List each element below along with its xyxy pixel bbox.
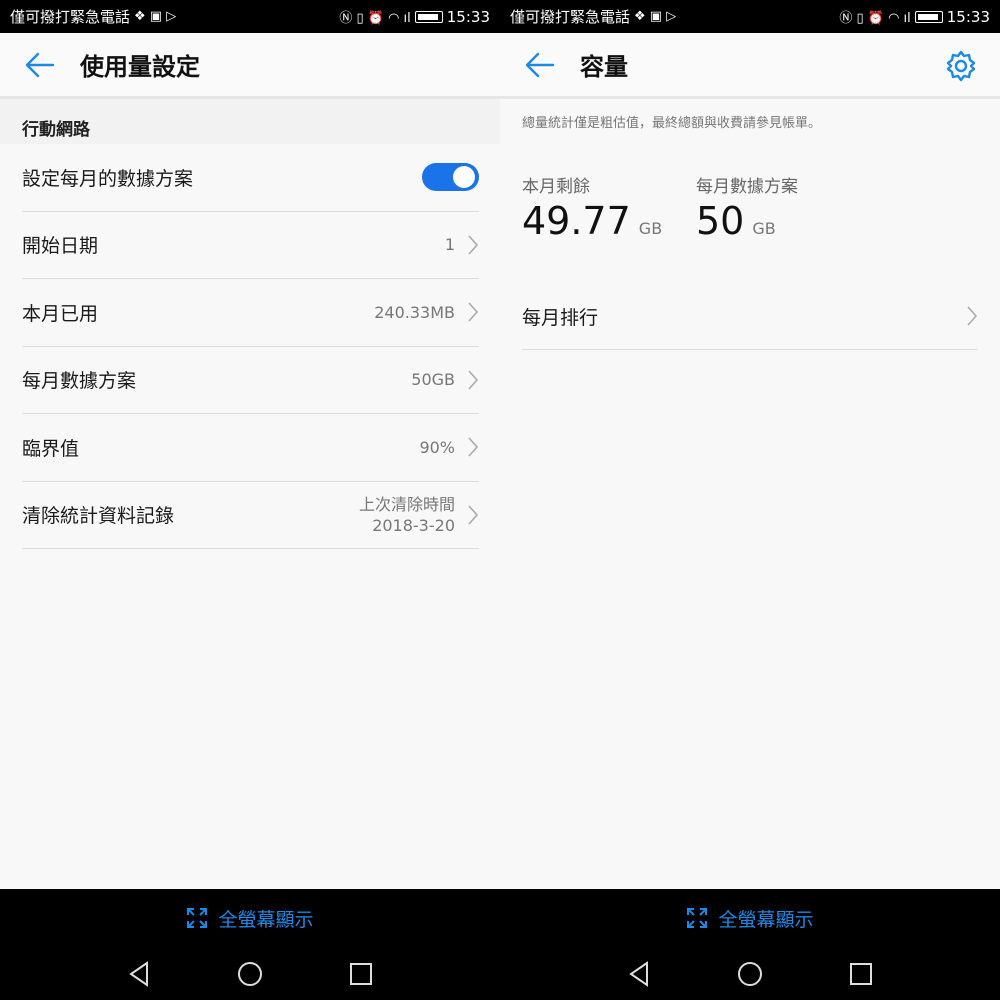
fullscreen-button[interactable]: 全螢幕顯示 (500, 903, 1000, 933)
chevron-right-icon (468, 505, 479, 525)
fullscreen-icon (687, 908, 708, 928)
row-value: 90% (419, 437, 455, 457)
plan-stat: 每月數據方案 50 GB (696, 172, 798, 243)
remaining-value-line: 49.77 GB (522, 199, 662, 243)
plan-unit: GB (752, 219, 776, 238)
battery-icon (414, 10, 443, 23)
plan-value-line: 50 GB (696, 199, 798, 243)
remaining-stat: 本月剩餘 49.77 GB (522, 172, 662, 243)
section-header: 行動網路 (0, 99, 500, 144)
monthly-plan-toggle-row[interactable]: 設定每月的數據方案 (22, 144, 479, 212)
row-label: 清除統計資料記錄 (22, 505, 175, 528)
last-cleared-value: 上次清除時間 2018-3-20 (359, 494, 455, 536)
estimate-note: 總量統計僅是粗估值，最終總額與收費請參見帳單。 (522, 116, 822, 131)
nav-home-icon[interactable] (235, 959, 265, 989)
back-arrow-icon (25, 52, 55, 77)
system-icons: Ⓝ ▯ ⏰ ◠ ıl (339, 11, 411, 26)
plan-value: 50 (696, 199, 745, 243)
row-value: 240.33MB (374, 302, 455, 322)
row-label: 開始日期 (22, 235, 99, 258)
page-title: 使用量設定 (80, 53, 200, 81)
chevron-right-icon (468, 235, 479, 255)
nav-buttons (500, 959, 1000, 989)
capacity-screen: 僅可撥打緊急電話 ❖ ▣ ▷ Ⓝ ▯ ⏰ ◠ ıl 15:33 容量 總量統計僅… (500, 0, 1000, 1000)
status-bar: 僅可撥打緊急電話 ❖ ▣ ▷ Ⓝ ▯ ⏰ ◠ ıl 15:33 (500, 0, 1000, 33)
row-label: 本月已用 (22, 302, 99, 325)
row-label: 臨界值 (22, 437, 80, 460)
last-cleared-label: 上次清除時間 (358, 494, 455, 514)
last-cleared-date: 2018-3-20 (372, 515, 455, 535)
nav-recents-icon[interactable] (846, 959, 876, 989)
battery-icon (914, 10, 943, 23)
fullscreen-label: 全螢幕顯示 (718, 908, 814, 931)
system-icons: Ⓝ ▯ ⏰ ◠ ıl (839, 11, 911, 26)
chevron-right-icon (468, 302, 479, 322)
row-label: 每月數據方案 (22, 370, 137, 393)
notification-icons: ❖ ▣ ▷ (134, 9, 177, 24)
back-arrow-icon (525, 52, 555, 77)
start-date-row[interactable]: 開始日期 1 (22, 212, 479, 279)
row-value: 1 (444, 235, 455, 255)
usage-settings-screen: 僅可撥打緊急電話 ❖ ▣ ▷ Ⓝ ▯ ⏰ ◠ ıl 15:33 使用量設定 行動… (0, 0, 500, 1000)
bottom-bar: 全螢幕顯示 (500, 889, 1000, 1000)
back-button[interactable] (500, 32, 580, 98)
monthly-ranking-row[interactable]: 每月排行 (522, 283, 978, 350)
monthly-plan-toggle[interactable] (422, 163, 479, 192)
nav-back-icon[interactable] (125, 959, 155, 989)
row-value: 50GB (411, 370, 455, 390)
carrier-text: 僅可撥打緊急電話 (510, 8, 631, 26)
nav-recents-icon[interactable] (346, 959, 376, 989)
bottom-bar: 全螢幕顯示 (0, 889, 500, 1000)
used-this-month-row[interactable]: 本月已用 240.33MB (22, 279, 479, 347)
gear-icon[interactable] (944, 49, 978, 83)
clock: 15:33 (446, 7, 490, 26)
carrier-text: 僅可撥打緊急電話 (10, 8, 131, 26)
nav-home-icon[interactable] (735, 959, 765, 989)
clear-stats-row[interactable]: 清除統計資料記錄 上次清除時間 2018-3-20 (22, 482, 479, 549)
row-label: 每月排行 (522, 306, 599, 329)
row-label: 設定每月的數據方案 (22, 167, 194, 190)
back-button[interactable] (0, 32, 80, 98)
monthly-plan-row[interactable]: 每月數據方案 50GB (22, 347, 479, 414)
app-bar: 使用量設定 (0, 33, 500, 99)
status-bar: 僅可撥打緊急電話 ❖ ▣ ▷ Ⓝ ▯ ⏰ ◠ ıl 15:33 (0, 0, 500, 33)
chevron-right-icon (468, 370, 479, 390)
fullscreen-button[interactable]: 全螢幕顯示 (0, 903, 500, 933)
app-bar: 容量 (500, 33, 1000, 99)
nav-back-icon[interactable] (625, 959, 655, 989)
notification-icons: ❖ ▣ ▷ (634, 9, 677, 24)
settings-list: 設定每月的數據方案 開始日期 1 本月已用 240.33MB 每月數據方案 50… (22, 144, 479, 549)
chevron-right-icon (967, 306, 978, 326)
page-title: 容量 (580, 53, 628, 81)
fullscreen-label: 全螢幕顯示 (218, 908, 314, 931)
clock: 15:33 (946, 7, 990, 26)
remaining-value: 49.77 (522, 199, 631, 243)
remaining-unit: GB (638, 219, 663, 238)
threshold-row[interactable]: 臨界值 90% (22, 414, 479, 482)
plan-label: 每月數據方案 (696, 177, 798, 197)
remaining-label: 本月剩餘 (522, 177, 590, 197)
nav-buttons (0, 959, 500, 989)
chevron-right-icon (468, 437, 479, 457)
toggle-knob (453, 166, 475, 189)
fullscreen-icon (187, 908, 208, 928)
